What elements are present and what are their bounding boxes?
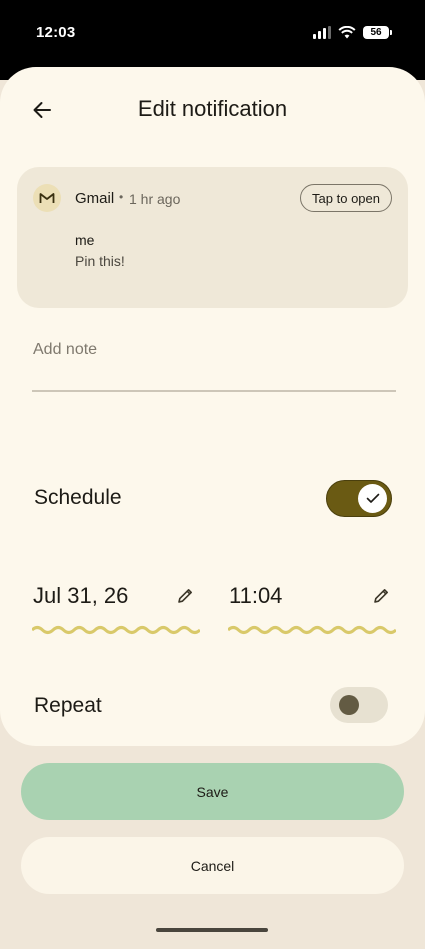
tap-to-open-button[interactable]: Tap to open	[300, 184, 392, 212]
wifi-icon	[338, 26, 356, 39]
add-note-input[interactable]: Add note	[32, 333, 396, 392]
pencil-icon	[374, 589, 388, 603]
gmail-icon	[33, 184, 61, 212]
notification-card: Gmail • 1 hr ago Tap to open me Pin this…	[17, 167, 408, 308]
time-value[interactable]: 11:04	[229, 583, 282, 609]
edit-date-button[interactable]	[174, 585, 196, 607]
notification-title: me	[75, 232, 95, 248]
schedule-toggle[interactable]	[326, 480, 392, 517]
home-indicator[interactable]	[156, 928, 268, 932]
toggle-knob	[339, 695, 359, 715]
edit-notification-sheet: Edit notification Gmail • 1 hr ago Tap t…	[0, 67, 425, 746]
save-button[interactable]: Save	[21, 763, 404, 820]
date-value[interactable]: Jul 31, 26	[33, 583, 128, 609]
check-icon	[366, 493, 379, 503]
cancel-button[interactable]: Cancel	[21, 837, 404, 894]
toggle-knob	[358, 484, 387, 513]
app-name: Gmail	[75, 190, 115, 207]
repeat-toggle[interactable]	[330, 687, 388, 723]
page-title: Edit notification	[137, 96, 288, 121]
notification-text: Pin this!	[75, 253, 125, 269]
date-wavy-underline	[32, 626, 200, 634]
status-icons: 56	[313, 26, 392, 39]
pencil-icon	[178, 589, 192, 603]
edit-time-button[interactable]	[370, 585, 392, 607]
repeat-label: Repeat	[34, 694, 102, 717]
separator-dot: •	[119, 190, 124, 204]
note-placeholder: Add note	[33, 341, 98, 358]
signal-icon	[313, 26, 331, 39]
battery-icon: 56	[363, 26, 392, 39]
time-wavy-underline	[228, 626, 396, 634]
notification-time: 1 hr ago	[129, 191, 181, 207]
schedule-label: Schedule	[34, 486, 122, 509]
status-time: 12:03	[36, 24, 76, 41]
